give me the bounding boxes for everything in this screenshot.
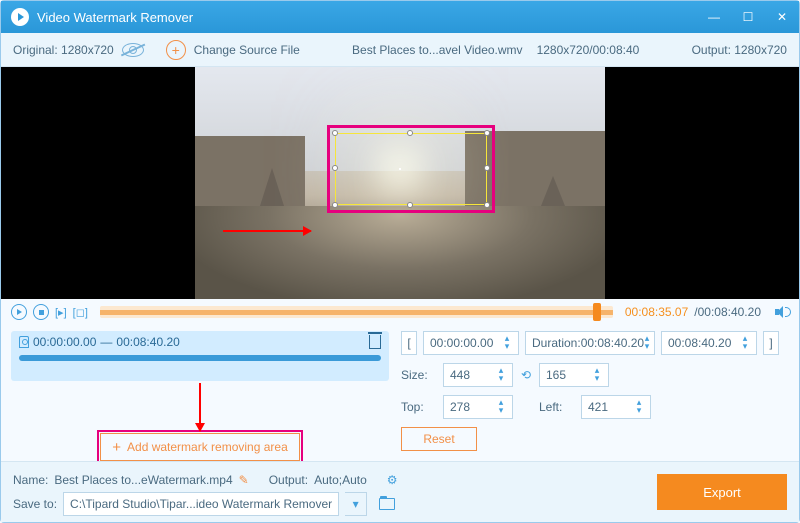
left-field[interactable]: 421▴▾ (581, 395, 651, 419)
title-bar: Video Watermark Remover — ☐ ✕ (1, 1, 799, 33)
app-logo-icon (11, 8, 29, 26)
output-profile: Auto;Auto (314, 473, 367, 487)
playback-controls: [▸] [◻] 00:08:35.07/00:08:40.20 (1, 299, 799, 325)
open-folder-icon[interactable] (379, 498, 395, 510)
play-button[interactable] (11, 304, 27, 320)
save-to-label: Save to: (13, 497, 57, 511)
stop-button[interactable] (33, 304, 49, 320)
height-field[interactable]: 165▴▾ (539, 363, 609, 387)
save-path-field[interactable]: C:\Tipard Studio\Tipar...ideo Watermark … (63, 492, 339, 516)
top-field[interactable]: 278▴▾ (443, 395, 513, 419)
playhead-icon[interactable] (593, 303, 601, 321)
top-label: Top: (401, 400, 437, 414)
preview-toggle-icon[interactable] (122, 43, 144, 57)
edit-name-icon[interactable]: ✎ (239, 473, 249, 487)
minimize-button[interactable]: — (707, 10, 721, 24)
output-name: Best Places to...eWatermark.mp4 (54, 473, 232, 487)
name-label: Name: (13, 473, 48, 487)
delete-segment-icon[interactable] (369, 335, 381, 349)
end-time-field[interactable]: 00:08:40.20▴▾ (661, 331, 757, 355)
segment-item[interactable]: 00:00:00.00 — 00:08:40.20 (11, 331, 389, 381)
size-label: Size: (401, 368, 437, 382)
source-filename: Best Places to...avel Video.wmv (352, 43, 523, 57)
source-fileinfo: 1280x720/00:08:40 (537, 43, 640, 57)
left-label: Left: (539, 400, 575, 414)
segments-panel: 00:00:00.00 — 00:08:40.20 + Add watermar… (11, 331, 389, 453)
plus-icon: + (112, 439, 121, 456)
annotation-arrow-icon (223, 230, 311, 232)
toolbar: Original: 1280x720 + Change Source File … (1, 33, 799, 67)
annotation-arrow-icon (199, 383, 201, 431)
segment-end: 00:08:40.20 (116, 335, 179, 349)
width-field[interactable]: 448▴▾ (443, 363, 513, 387)
add-watermark-area-button[interactable]: + Add watermark removing area (100, 433, 300, 461)
original-size-label: Original: 1280x720 (13, 43, 114, 57)
video-frame[interactable] (195, 67, 605, 299)
segment-icon (19, 336, 29, 348)
add-source-icon[interactable]: + (166, 40, 186, 60)
timeline-slider[interactable] (100, 306, 613, 318)
bottom-bar: Name: Best Places to...eWatermark.mp4 ✎ … (1, 461, 799, 522)
set-start-button[interactable]: [▸] (55, 306, 67, 319)
output-label: Output: (269, 473, 308, 487)
segment-range-bar[interactable] (19, 355, 381, 361)
bracket-end-button[interactable]: ] (763, 331, 779, 355)
parameters-panel: [ 00:00:00.00▴▾ Duration:00:08:40.20▴▾ 0… (401, 331, 789, 453)
export-button[interactable]: Export (657, 474, 787, 510)
path-dropdown-icon[interactable]: ▾ (345, 492, 367, 516)
close-button[interactable]: ✕ (775, 10, 789, 24)
maximize-button[interactable]: ☐ (741, 10, 755, 24)
bracket-start-button[interactable]: [ (401, 331, 417, 355)
link-aspect-icon[interactable]: ⟲ (519, 368, 533, 382)
settings-icon[interactable]: ⚙ (387, 473, 398, 487)
preview-area (1, 67, 799, 299)
change-source-button[interactable]: Change Source File (194, 43, 300, 57)
volume-icon[interactable] (775, 306, 789, 318)
segment-start: 00:00:00.00 (33, 335, 96, 349)
start-time-field[interactable]: 00:00:00.00▴▾ (423, 331, 519, 355)
output-size-label: Output: 1280x720 (692, 43, 787, 57)
current-time: 00:08:35.07 (625, 305, 688, 319)
reset-button[interactable]: Reset (401, 427, 477, 451)
watermark-selection[interactable] (335, 133, 487, 205)
duration-field[interactable]: Duration:00:08:40.20▴▾ (525, 331, 655, 355)
total-time: /00:08:40.20 (694, 305, 761, 319)
set-end-button[interactable]: [◻] (73, 306, 88, 319)
app-title: Video Watermark Remover (37, 10, 193, 25)
